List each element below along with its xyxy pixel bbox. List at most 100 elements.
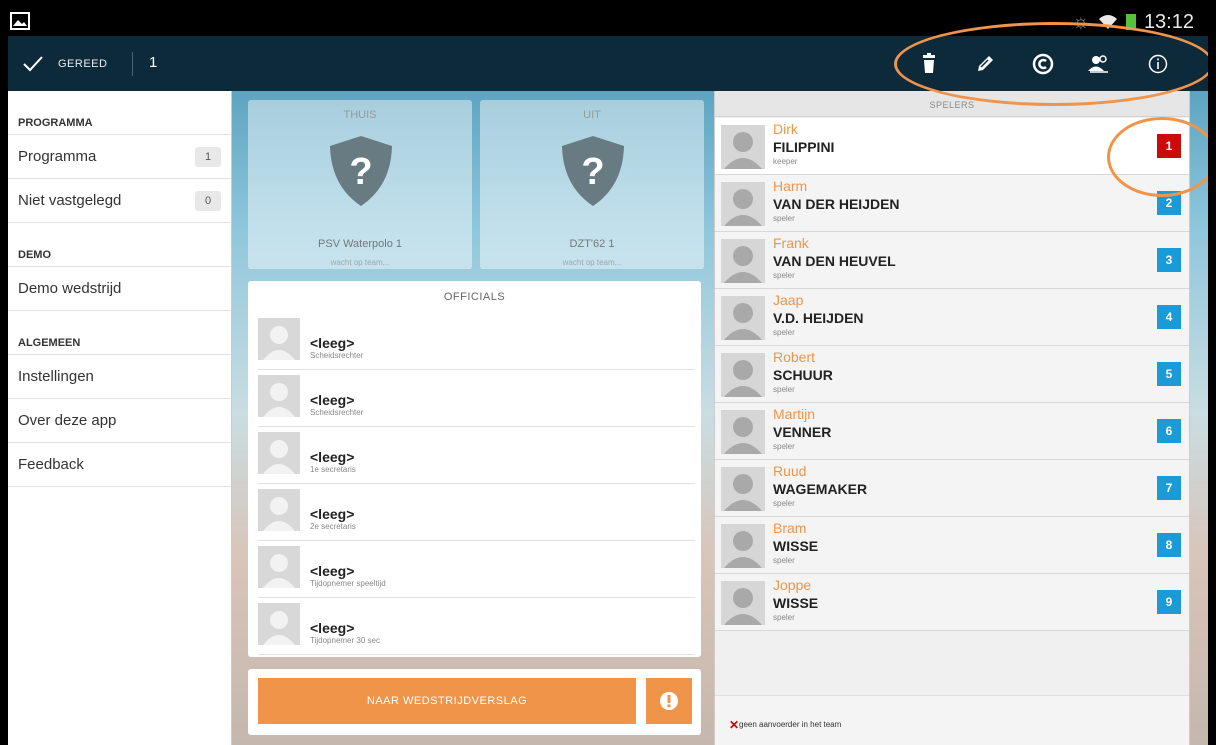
away-team-card[interactable]: UIT ? DZT'62 1 wacht op team...	[480, 100, 704, 269]
report-button[interactable]: NAAR WEDSTRIJDVERSLAG	[258, 678, 636, 724]
gallery-icon	[10, 12, 30, 30]
player-row[interactable]: Jaap V.D. HEIJDEN speler 4	[715, 289, 1189, 346]
official-role: Tijdopnemer speeltijd	[310, 579, 386, 588]
official-row[interactable]: <leeg> 2e secretaris	[258, 484, 695, 541]
officials-panel: OFFICIALS <leeg> Scheidsrechter <leeg> Sche…	[248, 281, 701, 657]
cap-number-badge[interactable]: 9	[1157, 590, 1181, 614]
avatar	[721, 581, 765, 625]
player-last-name: SCHUUR	[773, 367, 833, 383]
alarm-icon: ☼	[1071, 10, 1090, 33]
cap-number-badge[interactable]: 4	[1157, 305, 1181, 329]
done-button[interactable]: GEREED	[22, 36, 107, 91]
away-team-status: wacht op team...	[562, 258, 622, 267]
official-row[interactable]: <leeg> Scheidsrechter	[258, 370, 695, 427]
avatar	[258, 603, 300, 645]
cap-number-badge[interactable]: 6	[1157, 419, 1181, 443]
player-row[interactable]: Bram WISSE speler 8	[715, 517, 1189, 574]
official-name: <leeg>	[310, 392, 355, 408]
cap-number-badge[interactable]: 5	[1157, 362, 1181, 386]
check-icon	[23, 55, 43, 71]
captain-warning: geen aanvoerder in het team	[739, 720, 842, 729]
copyright-icon[interactable]	[1028, 49, 1058, 79]
player-last-name: VAN DER HEIJDEN	[773, 196, 900, 212]
official-role: 1e secretaris	[310, 465, 356, 474]
official-name: <leeg>	[310, 563, 355, 579]
home-team-card[interactable]: THUIS ? PSV Waterpolo 1 wacht op team...	[248, 100, 472, 269]
official-row[interactable]: <leeg> 1e secretaris	[258, 427, 695, 484]
app-screen: ☼ 13:12 GEREED 1 PROGRAMMA Programma 1 N…	[8, 8, 1208, 745]
svg-text:?: ?	[581, 151, 604, 193]
battery-icon	[1125, 14, 1136, 30]
people-icon[interactable]	[1084, 49, 1114, 79]
nav-item-label: Programma	[18, 148, 97, 165]
nav-item-niet-vastgelegd[interactable]: Niet vastgelegd 0	[8, 179, 231, 223]
nav-item-label: Over deze app	[18, 412, 117, 429]
official-role: Scheidsrechter	[310, 351, 364, 360]
player-row[interactable]: Martijn VENNER speler 6	[715, 403, 1189, 460]
official-name: <leeg>	[310, 506, 355, 522]
players-footer: ✕ geen aanvoerder in het team	[715, 695, 1189, 745]
report-panel: NAAR WEDSTRIJDVERSLAG	[248, 669, 701, 735]
cap-number-badge[interactable]: 3	[1157, 248, 1181, 272]
side-navigation: PROGRAMMA Programma 1 Niet vastgelegd 0 …	[8, 91, 232, 745]
player-role: speler	[773, 385, 795, 394]
home-team-status: wacht op team...	[330, 258, 390, 267]
player-row[interactable]: Joppe WISSE speler 9	[715, 574, 1189, 631]
cap-number-badge[interactable]: 2	[1157, 191, 1181, 215]
player-row[interactable]: Frank VAN DEN HEUVEL speler 3	[715, 232, 1189, 289]
official-row[interactable]: <leeg> Scheidsrechter	[258, 313, 695, 370]
player-last-name: WAGEMAKER	[773, 481, 868, 497]
svg-text:?: ?	[349, 151, 372, 193]
away-team-name: DZT'62 1	[569, 238, 615, 250]
player-last-name: WISSE	[773, 538, 819, 554]
player-row[interactable]: Harm VAN DER HEIJDEN speler 2	[715, 175, 1189, 232]
official-name: <leeg>	[310, 620, 355, 636]
home-team-name: PSV Waterpolo 1	[318, 238, 402, 250]
avatar	[258, 489, 300, 531]
official-row[interactable]: <leeg> Tijdopnemer 30 sec	[258, 598, 695, 655]
clock: 13:12	[1143, 10, 1194, 33]
official-row[interactable]: <leeg> Tijdopnemer speeltijd	[258, 541, 695, 598]
status-bar: ☼ 13:12	[8, 8, 1208, 36]
cap-number-badge[interactable]: 7	[1157, 476, 1181, 500]
avatar	[721, 182, 765, 226]
done-label: GEREED	[58, 57, 108, 70]
trash-icon[interactable]	[914, 49, 944, 79]
player-row[interactable]: Robert SCHUUR speler 5	[715, 346, 1189, 403]
avatar	[721, 353, 765, 397]
nav-item-programma[interactable]: Programma 1	[8, 135, 231, 179]
nav-header-programma: PROGRAMMA	[8, 91, 231, 135]
cap-number-badge[interactable]: 8	[1157, 533, 1181, 557]
divider	[132, 52, 133, 76]
player-last-name: VAN DEN HEUVEL	[773, 253, 896, 269]
shield-icon: ?	[330, 136, 392, 206]
player-row[interactable]: Dirk FILIPPINI keeper 1	[715, 118, 1189, 175]
nav-item-instellingen[interactable]: Instellingen	[8, 355, 231, 399]
action-bar: GEREED 1	[8, 36, 1208, 91]
warning-button[interactable]	[646, 678, 692, 724]
pencil-icon[interactable]	[970, 49, 1000, 79]
player-role: speler	[773, 499, 795, 508]
nav-item-demo-wedstrijd[interactable]: Demo wedstrijd	[8, 267, 231, 311]
nav-item-feedback[interactable]: Feedback	[8, 443, 231, 487]
count-badge: 0	[195, 190, 221, 211]
player-last-name: V.D. HEIJDEN	[773, 310, 864, 326]
shield-icon: ?	[562, 136, 624, 206]
players-panel: SPELERS Dirk FILIPPINI keeper 1 Harm VAN DER …	[714, 91, 1190, 745]
info-icon[interactable]	[1143, 49, 1173, 79]
count-badge: 1	[195, 146, 221, 167]
player-row[interactable]: Ruud WAGEMAKER speler 7	[715, 460, 1189, 517]
cap-number-badge[interactable]: 1	[1157, 134, 1181, 158]
avatar	[721, 239, 765, 283]
nav-item-over-deze-app[interactable]: Over deze app	[8, 399, 231, 443]
away-label: UIT	[583, 109, 601, 121]
player-first-name: Dirk	[773, 121, 798, 137]
player-first-name: Robert	[773, 349, 816, 365]
home-label: THUIS	[343, 109, 377, 121]
player-role: speler	[773, 613, 795, 622]
player-first-name: Frank	[773, 235, 809, 251]
player-first-name: Bram	[773, 520, 807, 536]
player-role: speler	[773, 556, 795, 565]
player-role: speler	[773, 328, 795, 337]
avatar	[721, 296, 765, 340]
